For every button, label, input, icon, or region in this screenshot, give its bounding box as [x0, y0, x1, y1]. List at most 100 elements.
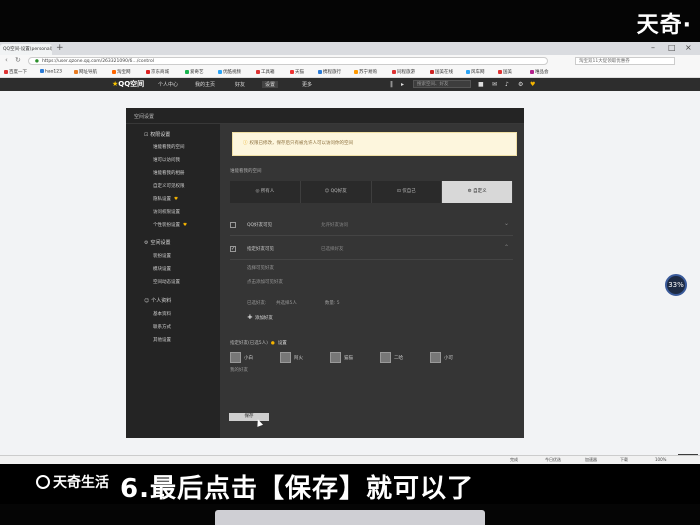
panel-title: 空间设置: [134, 114, 155, 120]
qzone-navbar: ★QQ空间 个人中心 我的主页 好友 设置 更多 ‖ ▸ 搜索空间、好友 ■ ✉…: [0, 78, 700, 91]
zoom-level[interactable]: 100%: [655, 457, 666, 462]
option-row[interactable]: ✓ 指定好友可见 已选择好友 ⌃: [230, 240, 513, 260]
bookmark-item[interactable]: 国美: [498, 69, 512, 75]
sidebar-item[interactable]: 模块设置: [153, 266, 171, 272]
browser-tab[interactable]: QQ空间-设置(personal): [0, 44, 52, 55]
status-item[interactable]: 下载: [620, 457, 628, 463]
nav-settings[interactable]: 设置: [262, 81, 279, 88]
friend-item[interactable]: 小可: [430, 352, 453, 364]
sidebar-item[interactable]: 其他设置: [153, 337, 171, 343]
qzone-search-input[interactable]: 搜索空间、好友: [413, 80, 471, 88]
bookmark-item[interactable]: 网址导航: [74, 69, 97, 75]
next-icon[interactable]: ▸: [401, 81, 404, 88]
bookmark-item[interactable]: 京东商城: [146, 69, 169, 75]
bookmark-item[interactable]: 优酷视频: [218, 69, 241, 75]
mail-icon[interactable]: ✉: [492, 81, 497, 88]
address-bar-row: ‹ ↻ ● https://user.qzone.qq.com/263321090…: [0, 55, 700, 67]
tab-everyone[interactable]: ◎ 所有人: [230, 181, 301, 203]
bookmark-item[interactable]: 百度一下: [4, 69, 27, 75]
sidebar-item[interactable]: 联系方式: [153, 324, 171, 330]
visibility-tabs: ◎ 所有人 ☺ QQ好友 ⊡ 仅自己 ⚙ 自定义: [230, 181, 513, 203]
progress-badge[interactable]: 33%: [665, 274, 687, 296]
status-item[interactable]: 今日优选: [545, 457, 561, 463]
bookmark-item[interactable]: 唯品会: [530, 69, 549, 75]
sidebar-item-decor[interactable]: 个性装扮设置 ♥: [153, 222, 187, 228]
sidebar-item[interactable]: 自定义可见权限: [153, 183, 185, 189]
option-sub: 已选择好友: [321, 247, 344, 252]
sidebar-item[interactable]: 谁能看我的相册: [153, 170, 185, 176]
bell-icon[interactable]: ♪: [505, 81, 509, 88]
sidebar-item[interactable]: 基本资料: [153, 311, 171, 317]
sidebar-item[interactable]: 空间动态设置: [153, 279, 180, 285]
avatar: [380, 352, 391, 363]
user-icon: ☺: [144, 298, 150, 304]
nav-personal-center[interactable]: 个人中心: [158, 81, 178, 88]
checkbox[interactable]: ✓: [230, 246, 236, 252]
notice-banner: ⓘ 权限已修改，保存后只有被允许人可以访问你的空间: [232, 132, 517, 156]
avatar: [430, 352, 441, 363]
visibility-label: 谁能看我的空间: [230, 169, 262, 174]
add-button[interactable]: + 添加好友: [247, 313, 273, 321]
heart-icon[interactable]: ♥: [530, 81, 535, 88]
watermark: 天奇·: [636, 13, 692, 38]
friend-item[interactable]: 猫猫: [330, 352, 353, 364]
friend-field: 已选好友: 共选择5人 数量: 5: [247, 301, 340, 306]
save-button[interactable]: 保存: [229, 413, 269, 421]
sidebar-group-permissions[interactable]: ⊡ 权限设置: [144, 131, 170, 138]
maximize-icon[interactable]: □: [668, 43, 676, 52]
bookmark-item[interactable]: 爱奇艺: [185, 69, 204, 75]
sidebar-item[interactable]: 访问权限设置: [153, 209, 180, 215]
coin-icon: ●: [270, 341, 275, 346]
gear-icon[interactable]: ⚙: [518, 81, 523, 88]
qzone-logo[interactable]: ★QQ空间: [112, 79, 144, 89]
bookmark-item[interactable]: 风车网: [466, 69, 485, 75]
friend-item[interactable]: 阿火: [280, 352, 303, 364]
bookmark-item[interactable]: 携程旅行: [318, 69, 341, 75]
avatar: [280, 352, 291, 363]
new-tab-icon[interactable]: +: [56, 43, 64, 53]
close-icon[interactable]: ×: [685, 43, 692, 52]
pause-icon[interactable]: ‖: [390, 81, 393, 88]
sub-item[interactable]: 点击添加可见好友: [247, 279, 283, 285]
status-item[interactable]: 加速器: [585, 457, 597, 463]
friend-item[interactable]: 二哈: [380, 352, 403, 364]
tab-qq-friends[interactable]: ☺ QQ好友: [300, 181, 372, 203]
back-icon[interactable]: ‹: [5, 56, 8, 64]
sub-item[interactable]: 选择可见好友: [247, 265, 274, 271]
tab-only-me[interactable]: ⊡ 仅自己: [371, 181, 443, 203]
friend-item[interactable]: 小白: [230, 352, 253, 364]
bookmark-item[interactable]: 国美在线: [430, 69, 453, 75]
minimize-icon[interactable]: –: [651, 43, 655, 52]
heart-icon: ♥: [174, 197, 179, 202]
chevron-up-icon[interactable]: ⌃: [504, 244, 509, 251]
url-input[interactable]: ● https://user.qzone.qq.com/263321090/6…/…: [28, 57, 548, 65]
sidebar-item[interactable]: 装扮设置: [153, 253, 171, 259]
avatar: [230, 352, 241, 363]
option-sub: 允许好友访问: [321, 223, 348, 228]
sidebar-group-space[interactable]: ⚙ 空间设置: [144, 239, 171, 246]
url-text: https://user.qzone.qq.com/263321090/6…/c…: [41, 59, 154, 64]
browser-search-input[interactable]: 淘宝双11大促领取优惠券: [575, 57, 675, 65]
refresh-icon[interactable]: ↻: [15, 56, 21, 64]
sidebar-item[interactable]: 谁能看我的空间: [153, 144, 185, 150]
chevron-down-icon[interactable]: ⌄: [504, 220, 509, 227]
search-icon: [36, 475, 50, 489]
sidebar-item[interactable]: 谁可以访问我: [153, 157, 180, 163]
checkbox[interactable]: [230, 222, 236, 228]
bookmark-item[interactable]: 苏宁易购: [354, 69, 377, 75]
avatar[interactable]: ■: [478, 81, 484, 88]
bookmark-item[interactable]: 淘宝网: [112, 69, 131, 75]
sidebar-item-privacy[interactable]: 隐私设置 ♥: [153, 196, 178, 202]
tab-custom[interactable]: ⚙ 自定义: [442, 181, 513, 203]
nav-more[interactable]: 更多: [302, 81, 312, 88]
bookmark-item[interactable]: 工具箱: [256, 69, 275, 75]
nav-friends[interactable]: 好友: [235, 81, 245, 88]
bookmark-item[interactable]: hao123: [40, 69, 62, 75]
nav-my-home[interactable]: 我的主页: [195, 81, 215, 88]
option-row[interactable]: QQ好友可见 允许好友访问 ⌄: [230, 216, 513, 236]
page-body: 空间设置 ⊡ 权限设置 谁能看我的空间 谁可以访问我 谁能看我的相册 自定义可见权…: [0, 91, 700, 509]
bookmark-item[interactable]: 同程旅游: [392, 69, 415, 75]
settings-panel: 空间设置 ⊡ 权限设置 谁能看我的空间 谁可以访问我 谁能看我的相册 自定义可见权…: [126, 108, 524, 438]
sidebar-group-profile[interactable]: ☺ 个人资料: [144, 297, 171, 304]
bookmark-item[interactable]: 天猫: [290, 69, 304, 75]
